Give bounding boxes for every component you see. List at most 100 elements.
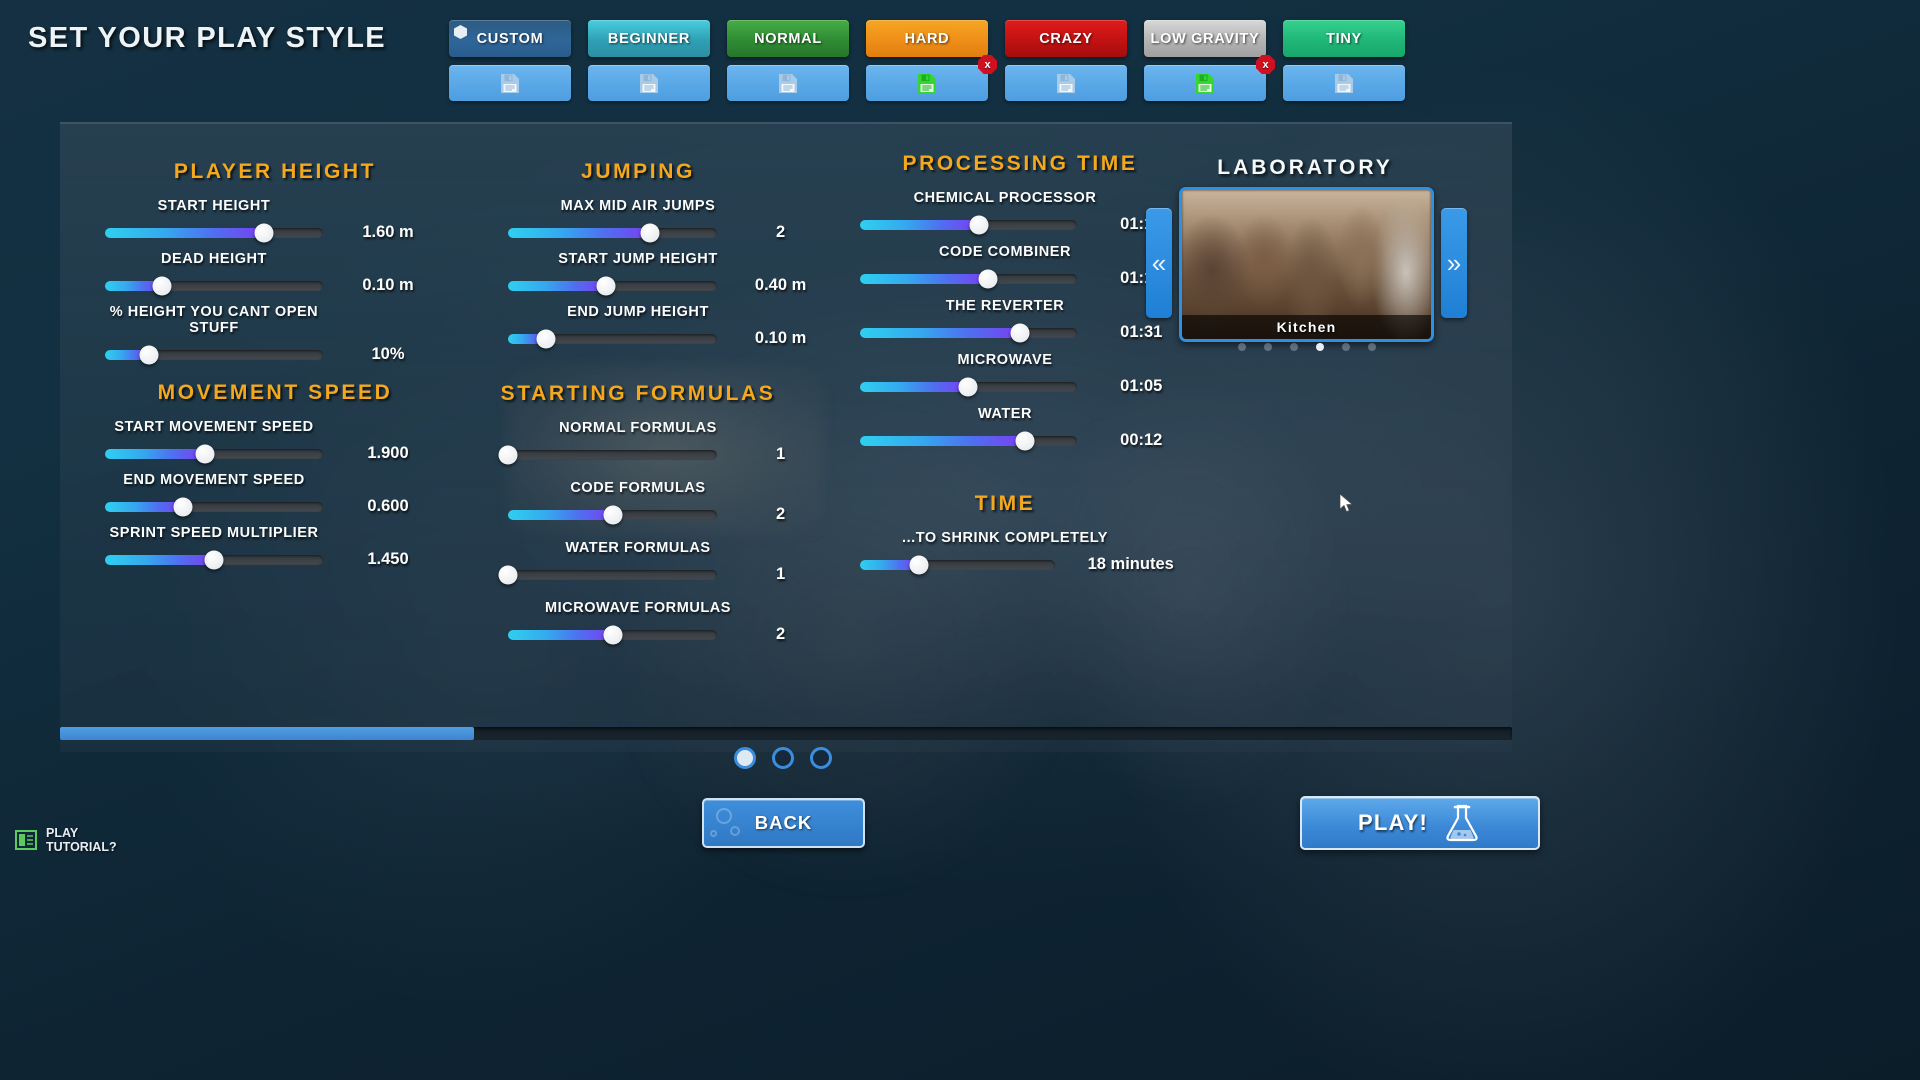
section-title-player-height: PLAYER HEIGHT [173,160,377,183]
slider-value-movement_speed-0: 1.900 [367,444,409,462]
laboratory-dot-4[interactable] [1341,343,1350,351]
slider-knob[interactable] [173,497,193,516]
slider-label-processing_time-2: THE REVERTER [945,298,1065,314]
slider-knob[interactable] [536,329,556,348]
slider-player_height-0[interactable] [105,223,323,242]
slider-fill [860,327,1021,338]
laboratory-dot-1[interactable] [1263,343,1272,351]
chevron-right-icon: » [1446,247,1462,278]
preset-button-hard[interactable]: HARD [866,20,988,57]
slider-label-processing_time-1: CODE COMBINER [938,244,1071,260]
slider-knob[interactable] [152,276,172,295]
slider-knob[interactable] [603,625,623,644]
slider-movement_speed-0[interactable] [105,444,323,463]
save-icon [1057,73,1075,93]
slider-jumping-2[interactable] [508,329,718,348]
back-button[interactable]: BACK [702,798,865,848]
slider-processing_time-2[interactable] [860,323,1077,342]
preset-save-button-custom[interactable] [449,65,571,101]
laboratory-dot-5[interactable] [1367,343,1376,351]
preset-selected-marker [454,25,467,39]
preset-save-button-normal[interactable] [727,65,849,101]
slider-label-player_height-2: % HEIGHT YOU CANT OPEN STUFF [109,304,319,336]
laboratory-prev-button[interactable]: « [1146,208,1172,318]
slider-knob[interactable] [204,550,224,569]
preset-delete-badge-hard[interactable]: x [978,55,997,74]
preset-button-tiny[interactable]: TINY [1283,20,1405,57]
slider-player_height-1[interactable] [105,276,323,295]
slider-knob[interactable] [969,215,989,234]
slider-label-starting_formulas-0: NORMAL FORMULAS [559,420,717,436]
slider-knob[interactable] [978,269,998,288]
slider-label-player_height-1: DEAD HEIGHT [161,251,267,267]
laboratory-caption: Kitchen [1182,315,1431,339]
slider-knob[interactable] [254,223,274,242]
page-title: SET YOUR PLAY STYLE [28,22,387,54]
slider-fill [105,227,265,238]
preset-button-beginner[interactable]: BEGINNER [588,20,710,57]
slider-starting_formulas-3[interactable] [508,625,718,644]
laboratory-dot-2[interactable] [1289,343,1298,351]
slider-processing_time-3[interactable] [860,377,1077,396]
preset-button-crazy[interactable]: CRAZY [1005,20,1127,57]
save-icon [779,73,797,93]
preset-button-normal[interactable]: NORMAL [727,20,849,57]
preset-save-button-crazy[interactable] [1005,65,1127,101]
section-title-jumping: JUMPING [581,160,695,183]
slider-starting_formulas-2[interactable] [498,565,718,584]
slider-knob[interactable] [958,377,978,396]
slider-processing_time-0[interactable] [860,215,1077,234]
slider-processing_time-1[interactable] [860,269,1077,288]
slider-movement_speed-2[interactable] [105,550,323,569]
slider-knob[interactable] [596,276,616,295]
preset-delete-badge-lowgravity[interactable]: x [1256,55,1275,74]
slider-knob[interactable] [139,345,159,364]
slider-row-starting_formulas-3: 2 [508,625,818,644]
slider-knob[interactable] [195,444,215,463]
preset-button-lowgravity[interactable]: LOW GRAVITY [1144,20,1266,57]
page-dot-1[interactable] [772,747,794,769]
slider-starting_formulas-1[interactable] [508,505,718,524]
slider-value-starting_formulas-3: 2 [775,625,786,643]
preset-save-button-hard[interactable]: x [866,55,997,101]
preset-save-button-beginner[interactable] [588,65,710,101]
back-button-label: BACK [754,812,813,833]
laboratory-dot-0[interactable] [1237,343,1246,351]
slider-label-starting_formulas-1: CODE FORMULAS [570,480,706,496]
preset-save-button-tiny[interactable] [1283,65,1405,101]
slider-jumping-1[interactable] [508,276,718,295]
slider-value-jumping-2: 0.10 m [754,329,807,347]
slider-fill [860,273,988,284]
slider-knob[interactable] [1015,431,1035,450]
section-jumping: JUMPING MAX MID AIR JUMPS 2 START JUMP HEIG… [458,160,818,348]
preset-save-button-lowgravity[interactable]: x [1144,55,1275,101]
slider-fill [860,435,1025,446]
slider-row-movement_speed-0: 1.900 [105,444,445,463]
preset-column-custom: CUSTOM [449,20,571,101]
slider-row-movement_speed-2: 1.450 [105,550,445,569]
laboratory-dot-3[interactable] [1315,343,1324,351]
slider-knob[interactable] [498,445,518,464]
preset-button-custom[interactable]: CUSTOM [449,20,571,57]
slider-knob[interactable] [640,223,660,242]
slider-time-0[interactable] [860,555,1056,574]
slider-fill [860,381,969,392]
slider-movement_speed-1[interactable] [105,497,323,516]
slider-player_height-2[interactable] [105,345,323,364]
page-dot-2[interactable] [810,747,832,769]
slider-knob[interactable] [1010,323,1030,342]
slider-fill [508,227,651,238]
slider-knob[interactable] [498,565,518,584]
slider-knob[interactable] [909,555,929,574]
play-button[interactable]: PLAY! [1300,796,1540,850]
laboratory-preview[interactable]: Kitchen [1179,187,1434,342]
page-dot-0[interactable] [734,747,756,769]
slider-label-processing_time-3: MICROWAVE [957,352,1053,368]
slider-starting_formulas-0[interactable] [498,445,718,464]
play-tutorial-link[interactable]: PLAY TUTORIAL? [14,826,117,854]
laboratory-next-button[interactable]: » [1441,208,1467,318]
slider-knob[interactable] [603,505,623,524]
slider-jumping-0[interactable] [508,223,718,242]
slider-processing_time-4[interactable] [860,431,1077,450]
slider-row-processing_time-2: 01:31 [860,323,1180,342]
